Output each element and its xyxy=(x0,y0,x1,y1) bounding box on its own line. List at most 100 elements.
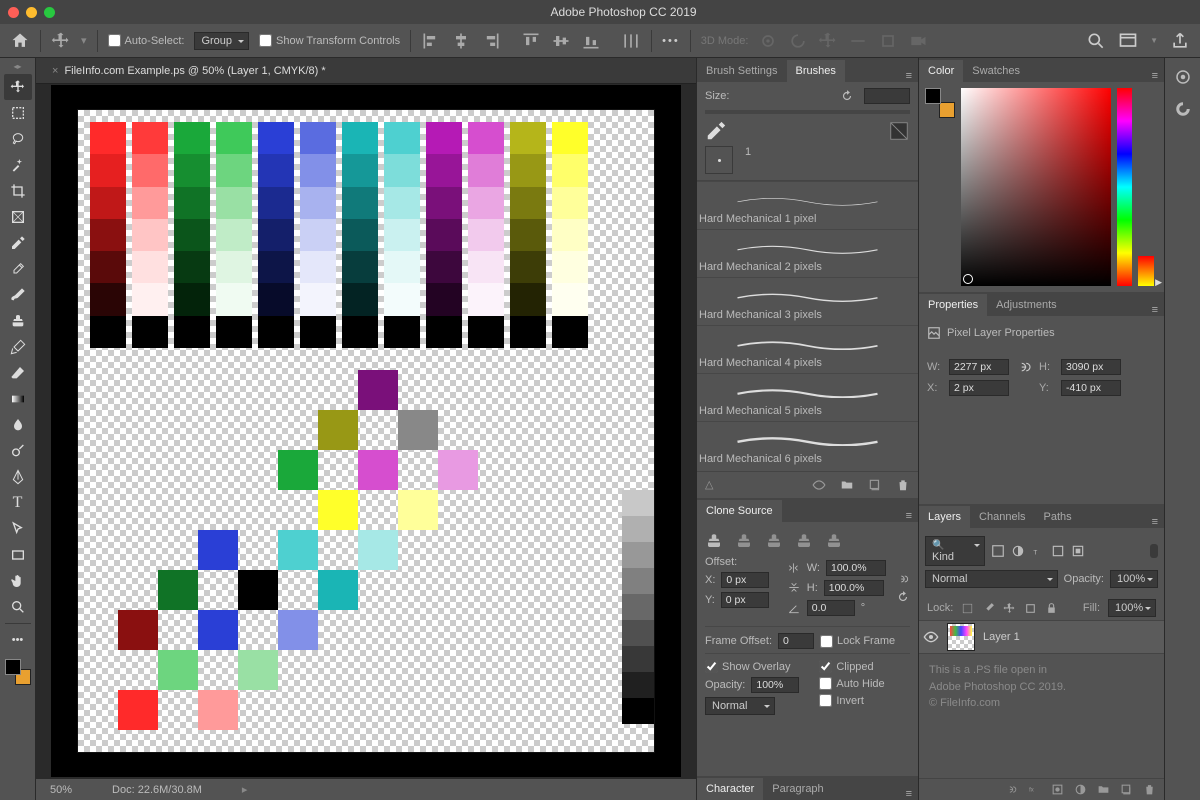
align-bottom-icon[interactable] xyxy=(581,31,601,51)
document-tab[interactable]: × FileInfo.com Example.ps @ 50% (Layer 1… xyxy=(46,65,332,77)
adjustment-layer-icon[interactable] xyxy=(1074,783,1087,796)
history-brush-tool[interactable] xyxy=(4,334,32,360)
align-hcenter-icon[interactable] xyxy=(451,31,471,51)
tab-swatches[interactable]: Swatches xyxy=(963,60,1029,82)
clone-angle-input[interactable] xyxy=(807,600,855,616)
brush-tool[interactable] xyxy=(4,282,32,308)
eyedropper-tool[interactable] xyxy=(4,230,32,256)
clone-blend-dropdown[interactable]: Normal xyxy=(705,697,775,715)
clone-source-4-icon[interactable] xyxy=(795,532,813,550)
foreground-background-colors[interactable] xyxy=(5,659,31,685)
filter-adjustment-icon[interactable] xyxy=(1011,544,1025,558)
libraries-icon[interactable] xyxy=(1174,100,1192,118)
panel-menu-icon[interactable]: ≡ xyxy=(1152,516,1158,528)
tab-adjustments[interactable]: Adjustments xyxy=(987,294,1066,316)
brush-preset[interactable]: Hard Mechanical 5 pixels xyxy=(697,373,918,421)
brush-preset[interactable]: Hard Mechanical 6 pixels xyxy=(697,421,918,469)
lock-frame-checkbox[interactable]: Lock Frame xyxy=(820,635,895,648)
workspace-icon[interactable] xyxy=(1118,31,1138,51)
brush-slider-icon[interactable]: △ xyxy=(705,478,713,492)
color-fgbg[interactable] xyxy=(925,88,955,118)
show-overlay-checkbox[interactable]: Show Overlay xyxy=(705,660,799,673)
tab-channels[interactable]: Channels xyxy=(970,506,1034,528)
marquee-tool[interactable] xyxy=(4,100,32,126)
layer-filter-dropdown[interactable]: 🔍 Kind xyxy=(925,536,985,566)
prop-h-input[interactable] xyxy=(1061,359,1121,375)
prop-w-input[interactable] xyxy=(949,359,1009,375)
brush-thumb[interactable] xyxy=(705,146,733,174)
zoom-tool[interactable] xyxy=(4,594,32,620)
saturation-value-box[interactable] xyxy=(961,88,1111,286)
tab-brushes[interactable]: Brushes xyxy=(787,60,845,82)
healing-brush-tool[interactable] xyxy=(4,256,32,282)
filter-type-icon[interactable]: T xyxy=(1031,544,1045,558)
show-transform-checkbox[interactable]: Show Transform Controls xyxy=(259,34,400,47)
canvas-area[interactable] xyxy=(36,84,696,778)
brush-size-slider[interactable] xyxy=(705,110,910,114)
eraser-tool[interactable] xyxy=(4,360,32,386)
tab-color[interactable]: Color xyxy=(919,60,963,82)
prop-x-input[interactable] xyxy=(949,380,1009,396)
mask-icon[interactable] xyxy=(1051,783,1064,796)
lock-position-icon[interactable] xyxy=(1003,602,1016,615)
gradient-tool[interactable] xyxy=(4,386,32,412)
clone-x-input[interactable] xyxy=(721,572,769,588)
distribute-icon[interactable] xyxy=(621,31,641,51)
more-options-icon[interactable]: ••• xyxy=(662,35,680,47)
auto-select-dropdown[interactable]: Group xyxy=(194,32,249,50)
brush-preset[interactable]: Hard Mechanical 4 pixels xyxy=(697,325,918,373)
crop-tool[interactable] xyxy=(4,178,32,204)
tab-clone-source[interactable]: Clone Source xyxy=(697,500,782,522)
lock-transparency-icon[interactable] xyxy=(961,602,974,615)
align-top-icon[interactable] xyxy=(521,31,541,51)
clone-source-2-icon[interactable] xyxy=(735,532,753,550)
panel-grip-icon[interactable]: ◂▸ xyxy=(13,62,21,71)
align-vcenter-icon[interactable] xyxy=(551,31,571,51)
canvas[interactable] xyxy=(78,110,654,752)
clone-w-input[interactable] xyxy=(826,560,886,576)
new-layer-icon[interactable] xyxy=(1120,783,1133,796)
panel-menu-icon[interactable]: ≡ xyxy=(906,70,912,82)
lock-all-icon[interactable] xyxy=(1045,602,1058,615)
panel-menu-icon[interactable]: ≡ xyxy=(906,788,912,800)
search-icon[interactable] xyxy=(1086,31,1106,51)
auto-select-checkbox[interactable]: Auto-Select: xyxy=(108,34,185,47)
layer-name[interactable]: Layer 1 xyxy=(983,631,1020,643)
clone-opacity-input[interactable] xyxy=(751,677,799,693)
brush-preset[interactable]: Hard Mechanical 3 pixels xyxy=(697,277,918,325)
brush-preset-list[interactable]: Hard Mechanical 1 pixel Hard Mechanical … xyxy=(697,181,918,471)
auto-hide-checkbox[interactable]: Auto Hide xyxy=(819,677,884,690)
link-wh-icon[interactable] xyxy=(1015,358,1033,376)
layer-fill-input[interactable]: 100% xyxy=(1108,599,1156,617)
share-icon[interactable] xyxy=(1170,31,1190,51)
brush-preset[interactable]: Hard Mechanical 1 pixel xyxy=(697,181,918,229)
tab-brush-settings[interactable]: Brush Settings xyxy=(697,60,787,82)
layer-thumbnail[interactable] xyxy=(947,623,975,651)
reset-transform-icon[interactable] xyxy=(896,590,910,604)
learn-icon[interactable] xyxy=(1174,68,1192,86)
panel-menu-icon[interactable]: ≡ xyxy=(1152,70,1158,82)
zoom-level[interactable]: 50% xyxy=(50,784,72,796)
home-icon[interactable] xyxy=(10,31,30,51)
tab-properties[interactable]: Properties xyxy=(919,294,987,316)
filter-smart-icon[interactable] xyxy=(1071,544,1085,558)
lock-artboard-icon[interactable] xyxy=(1024,602,1037,615)
brush-size-input[interactable] xyxy=(864,88,910,104)
dodge-tool[interactable] xyxy=(4,438,32,464)
magic-wand-tool[interactable] xyxy=(4,152,32,178)
flip-v-icon[interactable] xyxy=(787,581,801,595)
hue-slider[interactable] xyxy=(1117,88,1133,286)
brush-preset[interactable]: Hard Mechanical 2 pixels xyxy=(697,229,918,277)
toggle-preview-icon[interactable] xyxy=(888,120,910,142)
new-brush-icon[interactable] xyxy=(705,120,727,142)
blur-tool[interactable] xyxy=(4,412,32,438)
clone-source-1-icon[interactable] xyxy=(705,532,723,550)
trash-icon[interactable] xyxy=(896,478,910,492)
path-selection-tool[interactable] xyxy=(4,516,32,542)
clone-stamp-tool[interactable] xyxy=(4,308,32,334)
tab-layers[interactable]: Layers xyxy=(919,506,970,528)
clone-h-input[interactable] xyxy=(824,580,884,596)
filter-pixel-icon[interactable] xyxy=(991,544,1005,558)
rectangle-tool[interactable] xyxy=(4,542,32,568)
edit-toolbar-button[interactable]: ••• xyxy=(4,627,32,653)
